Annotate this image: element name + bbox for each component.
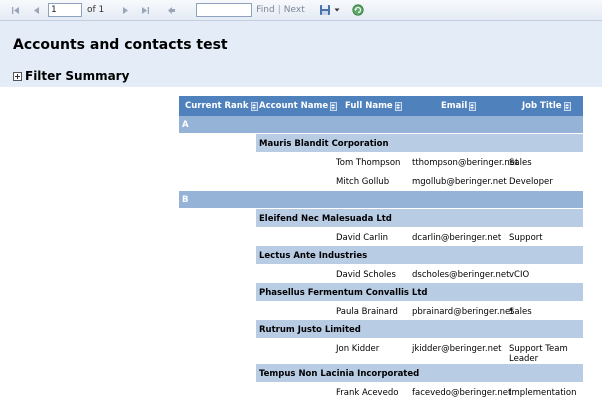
dropdown-arrow-icon [334,8,340,12]
contact-row: Paula Brainard pbrainard@beringer.net Sa… [336,307,532,317]
next-page-icon[interactable] [118,3,132,17]
report-toolbar: 1 of 1 Find | Next [0,0,602,21]
account-row: Lectus Ante Industries [179,246,583,265]
contact-row: Jon Kidder jkidder@beringer.net Support … [336,344,568,364]
account-row: Tempus Non Lacinia Incorporated [179,364,583,383]
sort-icon[interactable] [563,101,571,111]
report-title: Accounts and contacts test [13,37,228,53]
page-number-input[interactable]: 1 [48,3,82,17]
contact-row: David Carlin dcarlin@beringer.net Suppor… [336,233,543,243]
find-text-input[interactable] [196,3,253,17]
contact-row: Tom Thompson tthompson@beringer.net Sale… [336,158,532,168]
report-header: Accounts and contacts test Filter Summar… [0,21,602,87]
find-next-link[interactable]: Next [284,5,305,15]
report-table: Current Rank Account Name Full Name Emai… [179,96,583,401]
filter-summary-toggle[interactable]: Filter Summary [13,69,129,83]
report-viewer: 1 of 1 Find | Next Accounts and contacts… [0,0,602,404]
sort-icon[interactable] [250,101,258,111]
sort-icon[interactable] [330,101,338,111]
find-link[interactable]: Find [256,5,274,15]
group-row: A [179,116,583,133]
table-header: Current Rank Account Name Full Name Emai… [179,96,583,116]
account-row: Mauris Blandit Corporation [179,134,583,153]
group-row: B [179,191,583,208]
refresh-icon[interactable] [352,4,364,16]
column-header-account-name[interactable]: Account Name [259,96,338,116]
first-page-icon[interactable] [8,3,22,17]
sort-icon[interactable] [469,101,477,111]
account-row: Eleifend Nec Malesuada Ltd [179,209,583,228]
contact-row: Frank Acevedo facevedo@beringer.net Impl… [336,388,577,398]
column-header-job-title[interactable]: Job Title [522,96,571,116]
column-header-email[interactable]: Email [441,96,477,116]
filter-summary-label: Filter Summary [25,69,130,83]
column-header-full-name[interactable]: Full Name [345,96,402,116]
account-row: Phasellus Fermentum Convallis Ltd [179,283,583,302]
sort-icon[interactable] [394,101,402,111]
column-header-current-rank[interactable]: Current Rank [185,96,258,116]
page-count-label: of 1 [87,5,105,15]
find-separator: | [277,5,281,15]
back-to-parent-icon[interactable] [164,3,178,17]
account-row: Rutrum Justo Limited [179,320,583,339]
expand-plus-icon[interactable] [13,71,22,81]
contact-row: Mitch Gollub mgollub@beringer.net Develo… [336,177,553,187]
previous-page-icon[interactable] [29,3,43,17]
contact-row: David Scholes dscholes@beringer.net vCIO [336,270,530,280]
save-disk-icon [319,5,330,15]
export-button[interactable] [319,4,340,16]
last-page-icon[interactable] [138,3,152,17]
